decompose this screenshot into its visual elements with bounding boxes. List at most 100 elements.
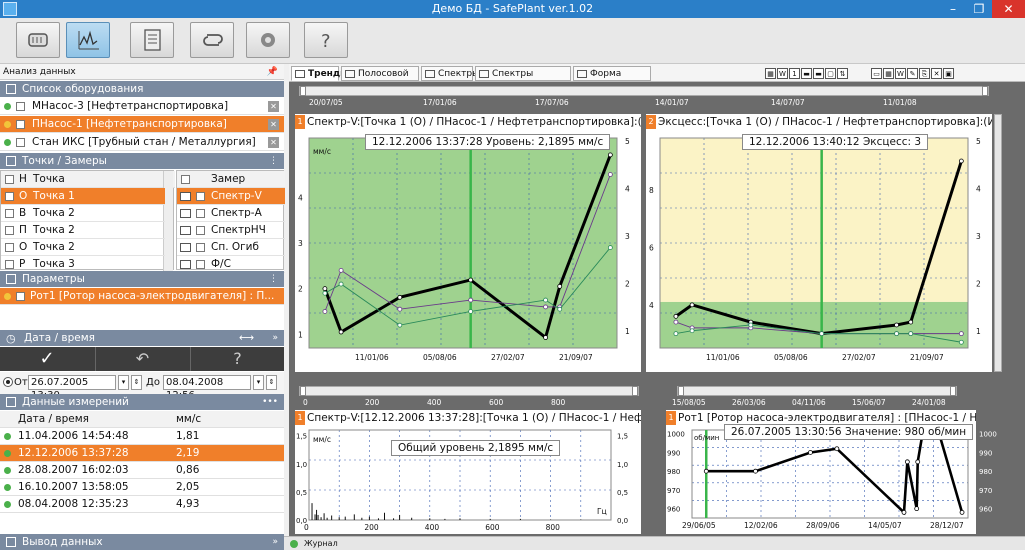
- series-point[interactable]: [819, 331, 825, 337]
- series-point[interactable]: [607, 152, 613, 158]
- rpm-series-point[interactable]: [914, 506, 920, 512]
- to-dropdown-icon[interactable]: ▾: [253, 375, 264, 390]
- series-point[interactable]: [748, 322, 754, 328]
- analysis-button[interactable]: [66, 22, 110, 58]
- meas-row[interactable]: 28.08.2007 16:02:03 0,86: [0, 462, 284, 479]
- to-spinner-icon[interactable]: ⇕: [266, 375, 277, 390]
- expand-icon[interactable]: [6, 84, 16, 94]
- series-point[interactable]: [338, 281, 344, 287]
- equipment-item[interactable]: ПНасос-1 [Нефтетранспортировка] ✕: [0, 116, 284, 133]
- series-point[interactable]: [468, 309, 474, 314]
- to-date-field[interactable]: 08.04.2008 12:56: [163, 375, 251, 401]
- meas-menu-icon[interactable]: •••: [262, 394, 278, 410]
- from-date-field[interactable]: 26.07.2005 13:30: [28, 375, 116, 401]
- measure-checkbox[interactable]: [196, 243, 205, 252]
- series-point[interactable]: [543, 335, 548, 340]
- point-row[interactable]: О Точка 2: [1, 239, 165, 256]
- measure-row[interactable]: Спектр-А: [177, 205, 285, 222]
- rpm-series-point[interactable]: [808, 450, 813, 455]
- points-select-all[interactable]: [5, 175, 14, 184]
- journal-label[interactable]: Журнал: [304, 537, 338, 550]
- toolbar-tool-icon[interactable]: 1: [789, 68, 800, 79]
- trend-v-panel[interactable]: 1 Спектр-V:[Точка 1 (О) / ПНасос-1 / Нефт…: [295, 114, 641, 372]
- series-point[interactable]: [673, 313, 679, 319]
- params-expand-icon[interactable]: [6, 274, 16, 284]
- top-time-slider[interactable]: [299, 86, 989, 96]
- from-spinner-icon[interactable]: ⇕: [131, 375, 142, 390]
- equipment-checkbox[interactable]: [16, 120, 25, 129]
- rpm-series-point[interactable]: [753, 468, 758, 474]
- undo-button[interactable]: ↶: [95, 347, 189, 371]
- spectrum-panel[interactable]: 1 Спектр-V:[12.12.2006 13:37:28]:[Точка 1…: [295, 410, 641, 534]
- series-point[interactable]: [338, 267, 344, 273]
- points-expand-icon[interactable]: [6, 156, 16, 166]
- datetime-help-button[interactable]: ?: [190, 347, 284, 371]
- output-expand-icon[interactable]: [6, 537, 16, 547]
- series-point[interactable]: [689, 302, 695, 308]
- series-point[interactable]: [958, 158, 964, 164]
- meas-row[interactable]: 16.10.2007 13:58:05 2,05: [0, 479, 284, 496]
- tab-2[interactable]: Спектры: [421, 66, 479, 81]
- point-checkbox[interactable]: [5, 226, 14, 235]
- point-checkbox[interactable]: [5, 209, 14, 218]
- point-row[interactable]: В Точка 2: [1, 205, 165, 222]
- close-icon[interactable]: ✕: [992, 0, 1025, 18]
- param-checkbox[interactable]: [16, 292, 25, 301]
- series-point[interactable]: [397, 306, 403, 312]
- slider-handle-left[interactable]: [300, 86, 306, 96]
- series-point[interactable]: [958, 339, 964, 345]
- trend-vertical-scroll[interactable]: [994, 114, 1002, 372]
- equipment-button[interactable]: [16, 22, 60, 58]
- series-point[interactable]: [397, 322, 403, 328]
- slider-handle-right[interactable]: [982, 86, 988, 96]
- points-menu-icon[interactable]: ⋮: [269, 153, 278, 169]
- series-point[interactable]: [908, 319, 914, 325]
- help-button[interactable]: ?: [304, 22, 348, 58]
- params-header[interactable]: Параметры ⋮: [0, 271, 284, 287]
- output-header[interactable]: Вывод данных »: [0, 534, 284, 550]
- measure-checkbox[interactable]: [196, 226, 205, 235]
- series-point[interactable]: [958, 331, 964, 337]
- toolbar-tool-icon[interactable]: ✕: [931, 68, 942, 79]
- toolbar-tool-icon[interactable]: ▢: [825, 68, 836, 79]
- minimize-icon[interactable]: –: [940, 0, 966, 18]
- series-point[interactable]: [894, 331, 899, 337]
- slider-handle-left[interactable]: [300, 386, 306, 396]
- equipment-checkbox[interactable]: [16, 138, 25, 147]
- apply-button[interactable]: ✓: [0, 347, 94, 371]
- range-radio[interactable]: [3, 377, 13, 387]
- series-point[interactable]: [673, 319, 679, 325]
- series-point[interactable]: [468, 297, 474, 303]
- slider-handle-right[interactable]: [950, 386, 956, 396]
- measure-checkbox[interactable]: [196, 209, 205, 218]
- params-menu-icon[interactable]: ⋮: [269, 271, 278, 287]
- series-point[interactable]: [689, 328, 695, 334]
- sync-button[interactable]: [190, 22, 234, 58]
- restore-icon[interactable]: ❐: [966, 0, 992, 18]
- rpm-series-point[interactable]: [915, 459, 921, 465]
- series-point[interactable]: [557, 283, 563, 289]
- series-point[interactable]: [543, 304, 548, 310]
- tab-0[interactable]: Тренды: [291, 66, 348, 81]
- equipment-item[interactable]: МНасос-3 [Нефтетранспортировка] ✕: [0, 98, 284, 115]
- equipment-item[interactable]: Стан ИКС [Трубный стан / Металлургия] ✕: [0, 134, 284, 151]
- series-point[interactable]: [322, 286, 328, 292]
- equipment-header[interactable]: Список оборудования: [0, 81, 284, 97]
- rpm-slider[interactable]: [677, 386, 957, 396]
- datetime-header[interactable]: ◷ Дата / время ⟷ »: [0, 330, 284, 346]
- spectrum-slider[interactable]: [299, 386, 639, 396]
- series-point[interactable]: [607, 245, 613, 250]
- measure-row[interactable]: СпектрНЧ: [177, 222, 285, 239]
- remove-icon[interactable]: ✕: [268, 119, 279, 130]
- rpm-series-point[interactable]: [834, 446, 840, 452]
- rpm-series-point[interactable]: [703, 468, 709, 474]
- param-row[interactable]: Рот1 [Ротор насоса-электродвигателя] : П…: [0, 288, 284, 305]
- point-checkbox[interactable]: [5, 243, 14, 252]
- toolbar-tool-icon[interactable]: ▬: [813, 68, 824, 79]
- series-point[interactable]: [908, 331, 914, 337]
- trend-excess-panel[interactable]: 2 Эксцесс:[Точка 1 (О) / ПНасос-1 / Нефте…: [646, 114, 992, 372]
- rpm-series-point[interactable]: [901, 509, 907, 515]
- points-header[interactable]: Точки / Замеры ⋮: [0, 153, 284, 169]
- measure-checkbox[interactable]: [196, 192, 205, 201]
- trend-v-chart[interactable]: 11/01/06 05/08/06 27/02/07 21/09/07 1 2 3 4 1 2 3 4…: [295, 130, 641, 372]
